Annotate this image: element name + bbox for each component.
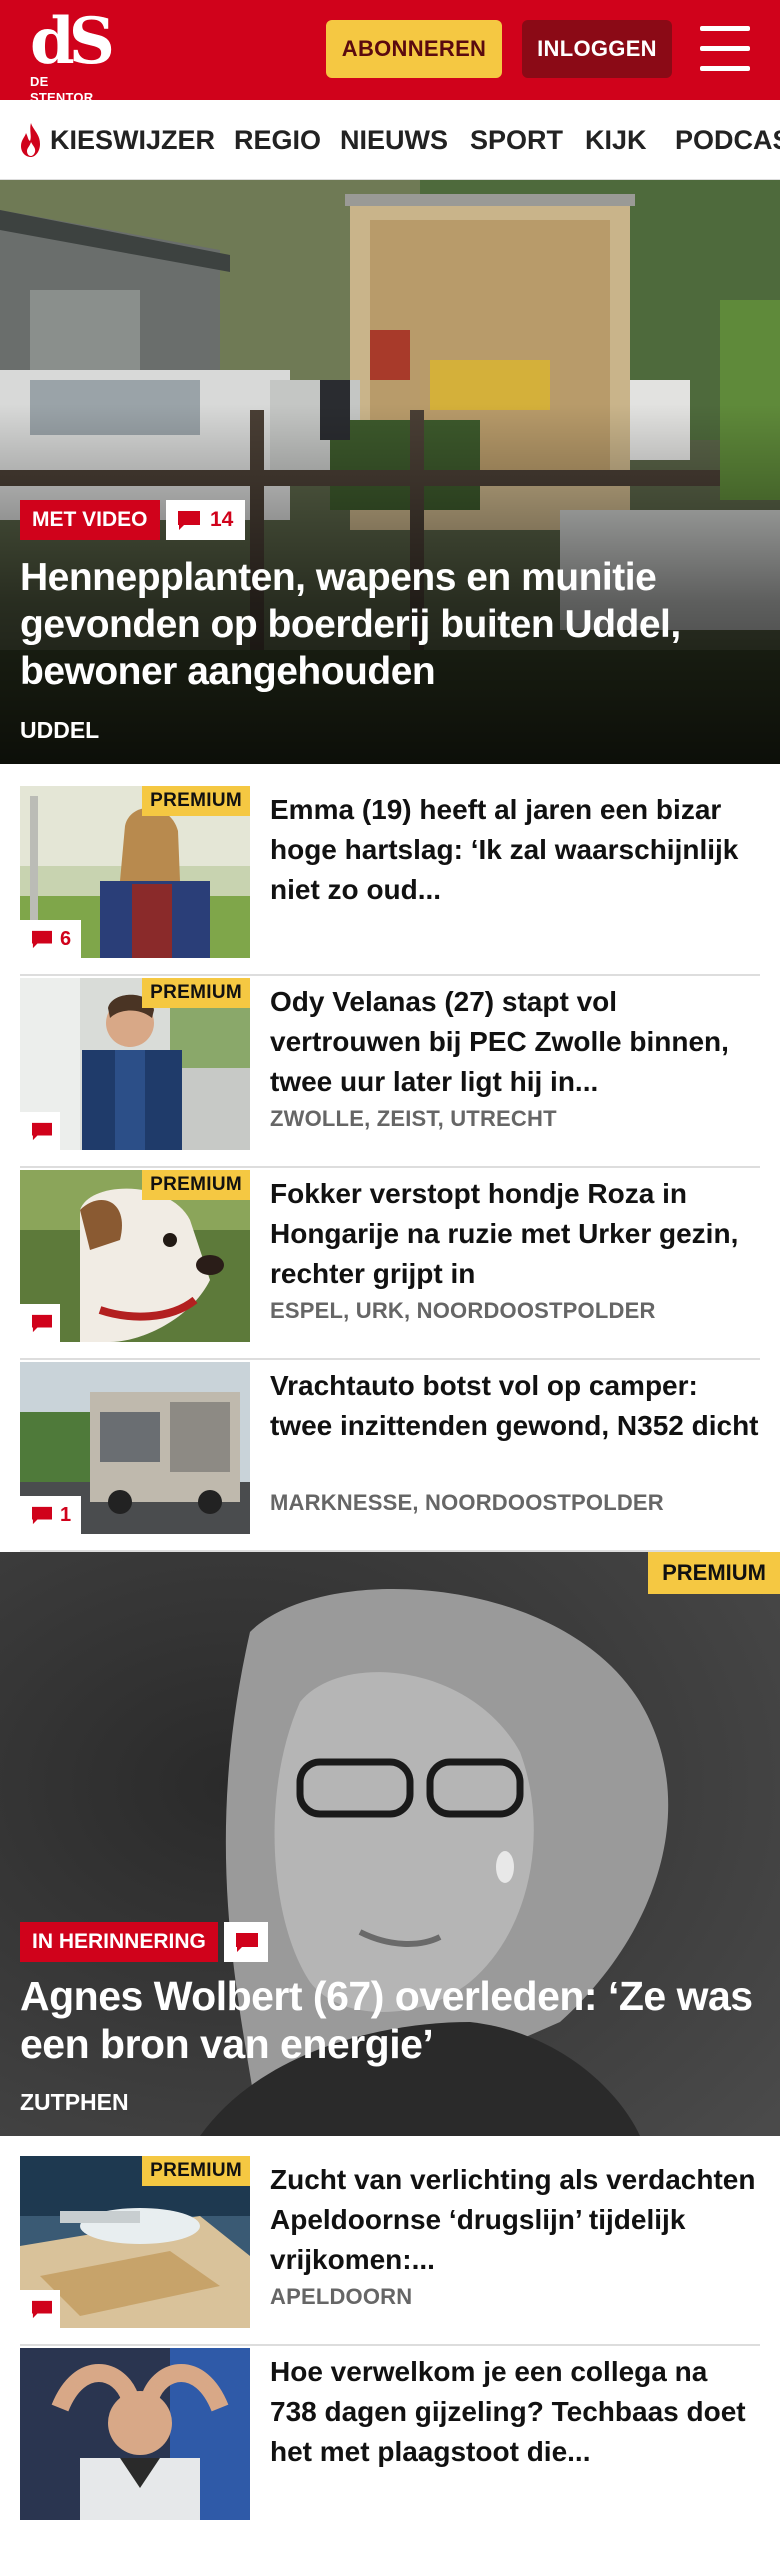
comment-count: 6	[60, 928, 72, 950]
comment-icon	[32, 1314, 52, 1333]
comment-count-badge[interactable]: 1	[20, 1496, 82, 1534]
main-nav: KIESWIJZER REGIO NIEUWS SPORT KIJK PODCA…	[0, 100, 780, 180]
memorial-tag: IN HERINNERING	[20, 1922, 218, 1962]
article-item[interactable]: PREMIUM 6 Emma (19) heeft al jaren een b…	[20, 786, 760, 976]
article-headline[interactable]: Emma (19) heeft al jaren een bizar hoge …	[270, 790, 760, 910]
subscribe-button[interactable]: ABONNEREN	[326, 20, 502, 78]
article-item[interactable]: PREMIUM Zucht van verlichting als verdac…	[20, 2156, 760, 2346]
article-item[interactable]: PREMIUM Ody Velanas (27) stapt vol vertr…	[20, 978, 760, 1168]
article-headline[interactable]: Fokker verstopt hondje Roza in Hongarije…	[270, 1174, 760, 1294]
comment-icon	[32, 930, 52, 949]
article-headline[interactable]: Hoe verwelkom je een collega na 738 dage…	[270, 2352, 760, 2472]
flame-icon	[21, 123, 40, 157]
article-headline[interactable]: Ody Velanas (27) stapt vol vertrouwen bi…	[270, 982, 760, 1102]
comment-count-badge[interactable]: 6	[20, 920, 82, 958]
premium-badge: PREMIUM	[142, 2156, 250, 2186]
article-thumbnail: PREMIUM	[20, 2156, 250, 2328]
hamburger-menu-icon[interactable]	[700, 26, 752, 72]
feature-location: ZUTPHEN	[20, 2089, 129, 2115]
site-logo[interactable]: dS DE STENTOR	[30, 4, 115, 106]
article-thumbnail: PREMIUM	[20, 978, 250, 1150]
article-item[interactable]: PREMIUM Fokker verstopt hondje Roza in H…	[20, 1170, 760, 1360]
comment-icon	[32, 1122, 52, 1141]
hero-headline[interactable]: Hennepplanten, wapens en munitie gevonde…	[20, 554, 760, 695]
hero-location: UDDEL	[20, 717, 100, 743]
premium-badge: PREMIUM	[142, 978, 250, 1008]
login-button[interactable]: INLOGGEN	[522, 20, 672, 78]
hero-article[interactable]: MET VIDEO 14 Hennepplanten, wapens en mu…	[0, 180, 780, 764]
premium-badge: PREMIUM	[142, 786, 250, 816]
article-headline[interactable]: Vrachtauto botst vol op camper: twee inz…	[270, 1366, 760, 1446]
comment-count: 1	[60, 1504, 72, 1526]
nav-item-kieswijzer[interactable]: KIESWIJZER	[50, 124, 215, 156]
site-header: dS DE STENTOR ABONNEREN INLOGGEN	[0, 0, 780, 106]
comment-icon	[32, 2300, 52, 2319]
comment-icon	[178, 511, 200, 530]
nav-item-nieuws[interactable]: NIEUWS	[340, 124, 448, 156]
comment-badge[interactable]	[20, 1304, 60, 1342]
premium-badge: PREMIUM	[142, 1170, 250, 1200]
article-thumbnail: PREMIUM 6	[20, 786, 250, 958]
article-thumbnail: 1	[20, 1362, 250, 1534]
article-thumbnail: PREMIUM	[20, 1170, 250, 1342]
article-headline[interactable]: Zucht van verlichting als verdachten Ape…	[270, 2160, 760, 2280]
article-location: ZWOLLE, ZEIST, UTRECHT	[270, 1106, 557, 1131]
comment-count: 14	[210, 508, 234, 531]
comment-badge[interactable]	[224, 1922, 268, 1962]
logo-mark: dS	[30, 4, 115, 79]
article-location: MARKNESSE, NOORDOOSTPOLDER	[270, 1490, 664, 1515]
article-item[interactable]: Hoe verwelkom je een collega na 738 dage…	[20, 2348, 760, 2520]
article-image	[20, 2348, 250, 2520]
nav-item-podcasts[interactable]: PODCASTS	[675, 124, 780, 156]
premium-badge: PREMIUM	[648, 1552, 780, 1594]
feature-article[interactable]: PREMIUM IN HERINNERING Agnes Wolbert (67…	[0, 1552, 780, 2136]
article-thumbnail	[20, 2348, 250, 2520]
article-location: ESPEL, URK, NOORDOOSTPOLDER	[270, 1298, 656, 1323]
nav-item-kijk[interactable]: KIJK	[585, 124, 647, 156]
comment-icon	[236, 1933, 258, 1952]
comment-count-badge[interactable]: 14	[166, 500, 246, 540]
video-tag: MET VIDEO	[20, 500, 160, 540]
comment-icon	[32, 1506, 52, 1525]
nav-item-sport[interactable]: SPORT	[470, 124, 563, 156]
nav-item-regio[interactable]: REGIO	[234, 124, 321, 156]
comment-badge[interactable]	[20, 1112, 60, 1150]
comment-badge[interactable]	[20, 2290, 60, 2328]
article-location: APELDOORN	[270, 2284, 413, 2309]
feature-headline[interactable]: Agnes Wolbert (67) overleden: ‘Ze was ee…	[20, 1972, 760, 2068]
article-item[interactable]: 1 Vrachtauto botst vol op camper: twee i…	[20, 1362, 760, 1552]
